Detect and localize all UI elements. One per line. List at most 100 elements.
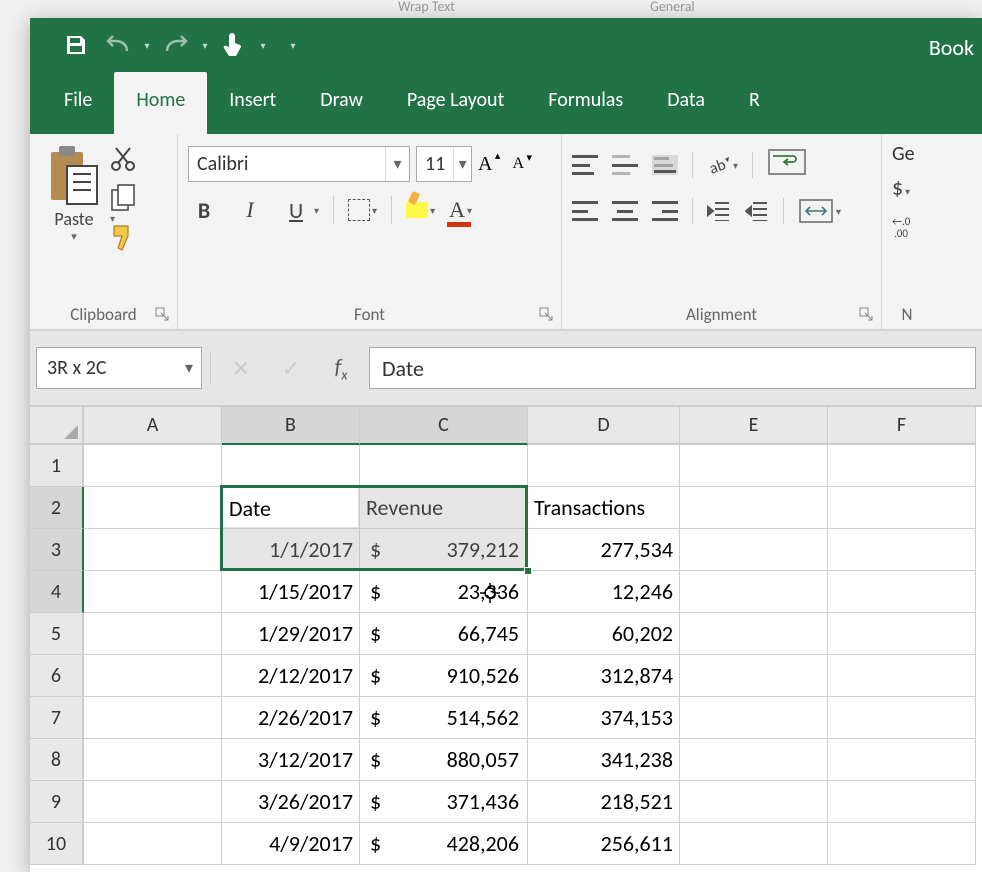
align-right-icon[interactable] — [652, 201, 678, 221]
cell: 277,534 — [528, 529, 680, 571]
underline-button[interactable]: U▾ — [280, 194, 319, 226]
tab-file[interactable]: File — [42, 72, 114, 134]
row-header[interactable]: 7 — [30, 697, 84, 739]
font-name-combo[interactable]: Calibri ▾ — [188, 146, 410, 182]
bg-wrap-text: Wrap Text — [398, 0, 455, 15]
fx-icon[interactable]: fx — [319, 347, 363, 389]
cut-icon[interactable] — [110, 146, 140, 174]
increase-indent-icon[interactable] — [745, 201, 769, 221]
cell — [828, 697, 976, 739]
orientation-button[interactable]: ab▾ — [707, 153, 738, 177]
col-header-d[interactable]: D — [528, 407, 680, 445]
row-header[interactable]: 4 — [30, 571, 84, 613]
row-header[interactable]: 6 — [30, 655, 84, 697]
italic-button[interactable]: I — [234, 194, 266, 226]
redo-button[interactable] — [158, 27, 194, 63]
redo-dropdown-icon[interactable]: ▾ — [200, 27, 210, 63]
tab-page-layout[interactable]: Page Layout — [385, 72, 526, 134]
col-header-c[interactable]: C — [360, 407, 528, 445]
cell: 218,521 — [528, 781, 680, 823]
tab-review-partial[interactable]: R — [727, 72, 782, 134]
align-middle-icon[interactable] — [612, 155, 638, 175]
undo-button[interactable] — [100, 27, 136, 63]
accounting-format-button[interactable]: $▾ — [892, 174, 922, 201]
paste-button[interactable]: Paste ▾ — [40, 140, 108, 282]
ribbon-tabs: File Home Insert Draw Page Layout Formul… — [30, 72, 982, 134]
undo-dropdown-icon[interactable]: ▾ — [142, 27, 152, 63]
cell: 2/26/2017 — [222, 697, 360, 739]
fill-color-button[interactable]: ▾ — [406, 202, 435, 218]
font-launcher-icon[interactable] — [539, 307, 555, 323]
cell — [680, 445, 828, 487]
formula-cancel-icon[interactable]: ✕ — [219, 347, 263, 389]
row-header[interactable]: 10 — [30, 823, 84, 865]
col-header-e[interactable]: E — [680, 407, 828, 445]
cell — [828, 739, 976, 781]
font-group-label: Font — [188, 304, 551, 325]
title-bar: ▾ ▾ ▾ ▾ Book — [30, 18, 982, 72]
clipboard-launcher-icon[interactable] — [155, 307, 171, 323]
font-size-value: 11 — [417, 152, 453, 176]
cell — [828, 445, 976, 487]
touch-mode-icon[interactable] — [216, 27, 252, 63]
cell — [360, 445, 528, 487]
format-painter-icon[interactable] — [110, 222, 140, 250]
align-left-icon[interactable] — [572, 201, 598, 221]
row-header[interactable]: 8 — [30, 739, 84, 781]
tab-home[interactable]: Home — [114, 72, 207, 134]
bg-general: General — [650, 0, 695, 15]
formula-enter-icon[interactable]: ✓ — [269, 347, 313, 389]
row-header[interactable]: 5 — [30, 613, 84, 655]
formula-input[interactable]: Date — [369, 347, 976, 389]
cell: $428,206 — [360, 823, 528, 865]
copy-icon[interactable]: ▾ — [110, 184, 140, 212]
wrap-text-button[interactable] — [767, 148, 815, 182]
row-header[interactable]: 3 — [30, 529, 84, 571]
tab-insert[interactable]: Insert — [207, 72, 298, 134]
tab-formulas[interactable]: Formulas — [526, 72, 645, 134]
save-icon[interactable] — [58, 27, 94, 63]
decrease-indent-icon[interactable] — [707, 201, 731, 221]
tab-draw[interactable]: Draw — [298, 72, 385, 134]
chevron-down-icon: ▾ — [177, 358, 201, 378]
increase-font-icon[interactable]: A▴ — [478, 153, 492, 176]
cells-area[interactable]: DateRevenueTransactions 1/1/2017$379,212… — [84, 445, 976, 865]
name-box[interactable]: 3R x 2C ▾ — [36, 347, 202, 389]
align-top-icon[interactable] — [572, 155, 598, 175]
col-header-a[interactable]: A — [84, 407, 222, 445]
cell — [84, 487, 222, 529]
row-header[interactable]: 1 — [30, 445, 84, 487]
row-header[interactable]: 2 — [30, 487, 84, 529]
cell: $66,745 — [360, 613, 528, 655]
cell — [84, 529, 222, 571]
qat-customize-icon[interactable]: ▾ — [288, 27, 298, 63]
borders-button[interactable]: ▾ — [348, 199, 377, 221]
select-all-corner[interactable] — [30, 407, 84, 445]
col-header-b[interactable]: B — [222, 407, 360, 445]
cell: $371,436 — [360, 781, 528, 823]
fill-handle[interactable] — [524, 567, 532, 575]
align-bottom-icon[interactable] — [652, 155, 678, 175]
decrease-decimal-icon[interactable]: ←.0.00 — [892, 215, 922, 239]
alignment-group-label: Alignment — [572, 304, 871, 325]
tab-data[interactable]: Data — [645, 72, 727, 134]
font-color-button[interactable]: A▾ — [449, 197, 472, 223]
spreadsheet-grid: A B C D E F 1 2 3 4 5 6 7 8 9 10 — [30, 407, 982, 865]
align-center-icon[interactable] — [612, 201, 638, 221]
merge-center-button[interactable]: ▾ — [798, 198, 841, 224]
decrease-font-icon[interactable]: A▾ — [512, 155, 524, 173]
touch-dropdown-icon[interactable]: ▾ — [258, 27, 268, 63]
col-header-f[interactable]: F — [828, 407, 976, 445]
bold-button[interactable]: B — [188, 194, 220, 226]
row-header[interactable]: 9 — [30, 781, 84, 823]
ribbon: Paste ▾ ▾ Clipboard — [30, 134, 982, 331]
alignment-launcher-icon[interactable] — [859, 307, 875, 323]
font-size-combo[interactable]: 11 ▾ — [416, 146, 472, 182]
ribbon-group-clipboard: Paste ▾ ▾ Clipboard — [30, 134, 178, 329]
cell — [680, 739, 828, 781]
background-app-fragment: Wrap Text General — [0, 0, 982, 18]
cell — [222, 445, 360, 487]
cell — [84, 613, 222, 655]
cell: $23,336 — [360, 571, 528, 613]
cell — [84, 571, 222, 613]
